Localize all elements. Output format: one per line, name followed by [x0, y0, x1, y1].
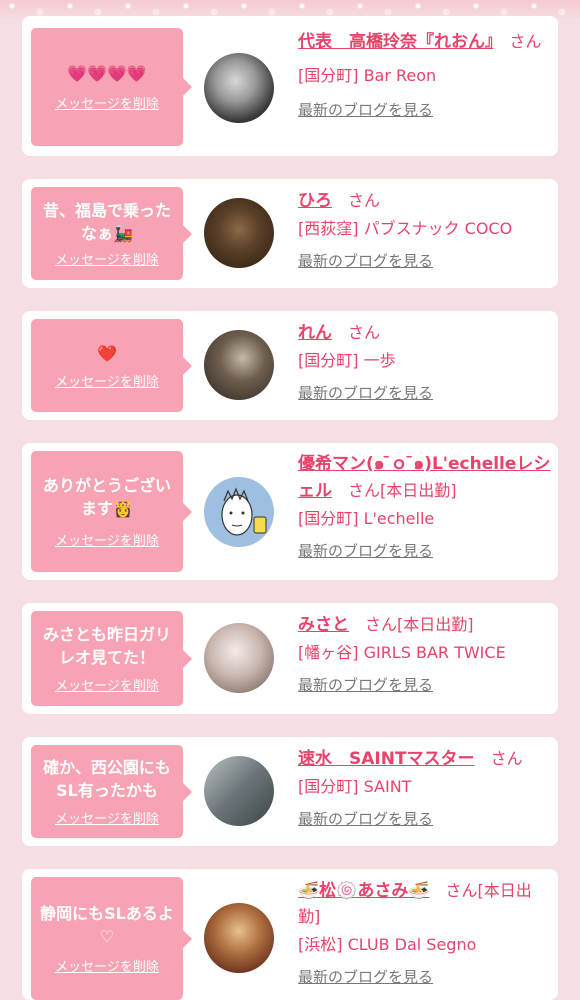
attendance-status: [本日出勤] [380, 481, 457, 500]
message-text: ❤️ [97, 343, 117, 363]
message-text: 💗💗💗💗 [67, 64, 147, 83]
location: [国分町] Bar Reon [298, 66, 437, 85]
message-text: みさとも昨日ガリレオ見てた！ [42, 625, 171, 667]
avatar[interactable] [204, 330, 274, 400]
message-text: 確か、西公園にもSL有ったかも [43, 758, 171, 800]
delete-message-link[interactable]: メッセージを削除 [55, 93, 159, 112]
delete-message-link[interactable]: メッセージを削除 [55, 956, 159, 975]
honorific: さん [348, 481, 381, 500]
message-card: 静岡にもSLあるよ♡ メッセージを削除 🍜松🍥あさみ🍜 さん[本日出勤] [浜松… [22, 869, 558, 1000]
message-card: みさとも昨日ガリレオ見てた！ メッセージを削除 みさと さん[本日出勤] [幡ヶ… [22, 603, 558, 714]
message-bubble: ありがとうございます👸 メッセージを削除 [31, 451, 192, 572]
profile-info: 優希マン(๑ ̄ｏ ̄๑)L'echelleレシェル さん[本日出勤] [国分町… [298, 451, 554, 561]
latest-blog-link[interactable]: 最新のブログを見る [298, 966, 433, 987]
avatar[interactable] [204, 198, 274, 268]
latest-blog-link[interactable]: 最新のブログを見る [298, 674, 433, 695]
message-bubble: 静岡にもSLあるよ♡ メッセージを削除 [31, 877, 192, 1000]
location: [西荻窪] パブスナック COCO [298, 219, 513, 238]
latest-blog-link[interactable]: 最新のブログを見る [298, 99, 433, 120]
message-card: 昔、福島で乗ったなぁ🚂 メッセージを削除 ひろ さん [西荻窪] パブスナック … [22, 179, 558, 288]
message-bubble: 確か、西公園にもSL有ったかも メッセージを削除 [31, 745, 192, 838]
latest-blog-link[interactable]: 最新のブログを見る [298, 382, 433, 403]
honorific: さん [348, 191, 381, 210]
avatar[interactable] [204, 477, 274, 547]
honorific: さん [365, 615, 398, 634]
message-card: 確か、西公園にもSL有ったかも メッセージを削除 速水 SAINTマスター さん… [22, 737, 558, 846]
honorific: さん [348, 323, 381, 342]
delete-message-link[interactable]: メッセージを削除 [55, 675, 159, 694]
location: [国分町] SAINT [298, 777, 412, 796]
message-text: ありがとうございます👸 [42, 476, 171, 518]
avatar[interactable] [204, 756, 274, 826]
avatar[interactable] [204, 53, 274, 123]
location: [浜松] CLUB Dal Segno [298, 935, 477, 954]
profile-name-link[interactable]: ひろ [298, 191, 332, 211]
profile-info: 🍜松🍥あさみ🍜 さん[本日出勤] [浜松] CLUB Dal Segno 最新の… [298, 877, 554, 987]
message-card: 💗💗💗💗 メッセージを削除 代表 高橋玲奈『れおん』 さん [国分町] Bar … [22, 16, 558, 156]
latest-blog-link[interactable]: 最新のブログを見る [298, 808, 433, 829]
latest-blog-link[interactable]: 最新のブログを見る [298, 540, 433, 561]
message-bubble: ❤️ メッセージを削除 [31, 319, 192, 412]
profile-info: 代表 高橋玲奈『れおん』 さん [国分町] Bar Reon 最新のブログを見る [298, 28, 554, 120]
honorific: さん [445, 881, 478, 900]
profile-name-link[interactable]: 代表 高橋玲奈『れおん』 [298, 32, 494, 52]
message-text: 昔、福島で乗ったなぁ🚂 [42, 201, 171, 243]
message-text: 静岡にもSLあるよ♡ [40, 904, 174, 946]
location: [国分町] 一歩 [298, 351, 396, 370]
message-card: ❤️ メッセージを削除 れん さん [国分町] 一歩 最新のブログを見る [22, 311, 558, 420]
attendance-status: [本日出勤] [397, 615, 474, 634]
avatar[interactable] [204, 903, 274, 973]
location: [幡ヶ谷] GIRLS BAR TWICE [298, 643, 506, 662]
delete-message-link[interactable]: メッセージを削除 [55, 808, 159, 827]
message-bubble: みさとも昨日ガリレオ見てた！ メッセージを削除 [31, 611, 192, 706]
honorific: さん [490, 749, 523, 768]
delete-message-link[interactable]: メッセージを削除 [55, 530, 159, 549]
profile-info: みさと さん[本日出勤] [幡ヶ谷] GIRLS BAR TWICE 最新のブロ… [298, 611, 554, 695]
profile-name-link[interactable]: 速水 SAINTマスター [298, 749, 475, 769]
message-bubble: 昔、福島で乗ったなぁ🚂 メッセージを削除 [31, 187, 192, 280]
latest-blog-link[interactable]: 最新のブログを見る [298, 250, 433, 271]
profile-info: ひろ さん [西荻窪] パブスナック COCO 最新のブログを見る [298, 187, 554, 271]
delete-message-link[interactable]: メッセージを削除 [55, 249, 159, 268]
profile-name-link[interactable]: 🍜松🍥あさみ🍜 [298, 881, 430, 901]
profile-name-link[interactable]: れん [298, 323, 332, 343]
message-bubble: 💗💗💗💗 メッセージを削除 [31, 28, 192, 146]
delete-message-link[interactable]: メッセージを削除 [55, 371, 159, 390]
honorific: さん [509, 32, 542, 51]
face-drawing-icon [221, 487, 267, 536]
location: [国分町] L'echelle [298, 509, 435, 528]
profile-info: れん さん [国分町] 一歩 最新のブログを見る [298, 319, 554, 403]
profile-name-link[interactable]: みさと [298, 615, 349, 635]
avatar[interactable] [204, 623, 274, 693]
profile-info: 速水 SAINTマスター さん [国分町] SAINT 最新のブログを見る [298, 745, 554, 829]
message-card: ありがとうございます👸 メッセージを削除 優希マン(๑ ̄ｏ ̄๑)L'eche… [22, 443, 558, 580]
